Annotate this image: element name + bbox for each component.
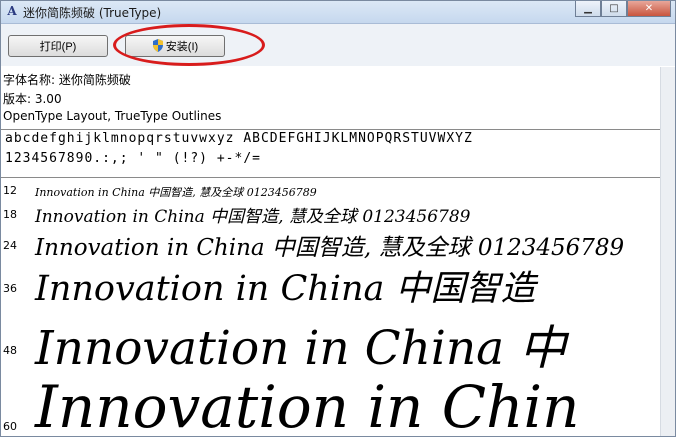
size-label: 24 [3, 239, 17, 252]
sample-row-18: 18 Innovation in China 中国智造, 慧及全球 012345… [1, 201, 661, 227]
sample-row-60: 60 Innovation in Chin [1, 373, 661, 437]
maximize-button[interactable]: □ [601, 1, 627, 17]
sample-row-24: 24 Innovation in China 中国智造, 慧及全球 012345… [1, 227, 661, 261]
sample-row-36: 36 Innovation in China 中国智造 [1, 260, 661, 309]
font-name-line: 字体名称: 迷你简陈频破 [3, 73, 131, 87]
window-title: 迷你简陈频破 (TrueType) [23, 6, 162, 20]
font-outline-line: OpenType Layout, TrueType Outlines [3, 109, 222, 123]
vertical-scrollbar[interactable] [660, 67, 675, 436]
charset-symbols: 1234567890.:,; ' " (!?) +-*/= [5, 151, 261, 166]
size-label: 12 [3, 184, 17, 197]
size-label: 36 [3, 282, 17, 295]
font-preview-area: 字体名称: 迷你简陈频破 版本: 3.00 OpenType Layout, T… [1, 67, 661, 437]
toolbar: 打印(P) 安装(I) [1, 24, 675, 66]
info-divider [1, 129, 661, 130]
size-label: 18 [3, 208, 17, 221]
minimize-button[interactable]: ▁ [575, 1, 601, 17]
charset-divider [1, 177, 661, 178]
caption-buttons: ▁ □ ✕ [575, 1, 671, 19]
print-button-label: 打印(P) [39, 41, 77, 53]
sample-row-48: 48 Innovation in China 中 [1, 309, 661, 376]
font-app-icon: A [7, 4, 17, 18]
sample-text: Innovation in Chin [35, 373, 580, 437]
sample-text: Innovation in China 中国智造, 慧及全球 012345678… [35, 186, 317, 199]
sample-text: Innovation in China 中 [35, 321, 567, 376]
charset-letters: abcdefghijklmnopqrstuvwxyz ABCDEFGHIJKLM… [5, 131, 473, 146]
highlight-ellipse [113, 24, 265, 66]
print-button[interactable]: 打印(P) [8, 35, 108, 57]
close-button[interactable]: ✕ [627, 1, 671, 17]
title-bar[interactable]: A 迷你简陈频破 (TrueType) ▁ □ ✕ [1, 1, 675, 24]
font-version-line: 版本: 3.00 [3, 92, 62, 106]
font-viewer-window: A 迷你简陈频破 (TrueType) ▁ □ ✕ 打印(P) 安装(I) 字体… [0, 0, 676, 437]
size-label: 60 [3, 420, 17, 433]
sample-text: Innovation in China 中国智造, 慧及全球 012345678… [35, 207, 471, 227]
sample-text: Innovation in China 中国智造, 慧及全球 012345678… [35, 235, 625, 261]
sample-row-12: 12 Innovation in China 中国智造, 慧及全球 012345… [1, 183, 661, 199]
sample-text: Innovation in China 中国智造 [35, 269, 536, 309]
size-label: 48 [3, 344, 17, 357]
